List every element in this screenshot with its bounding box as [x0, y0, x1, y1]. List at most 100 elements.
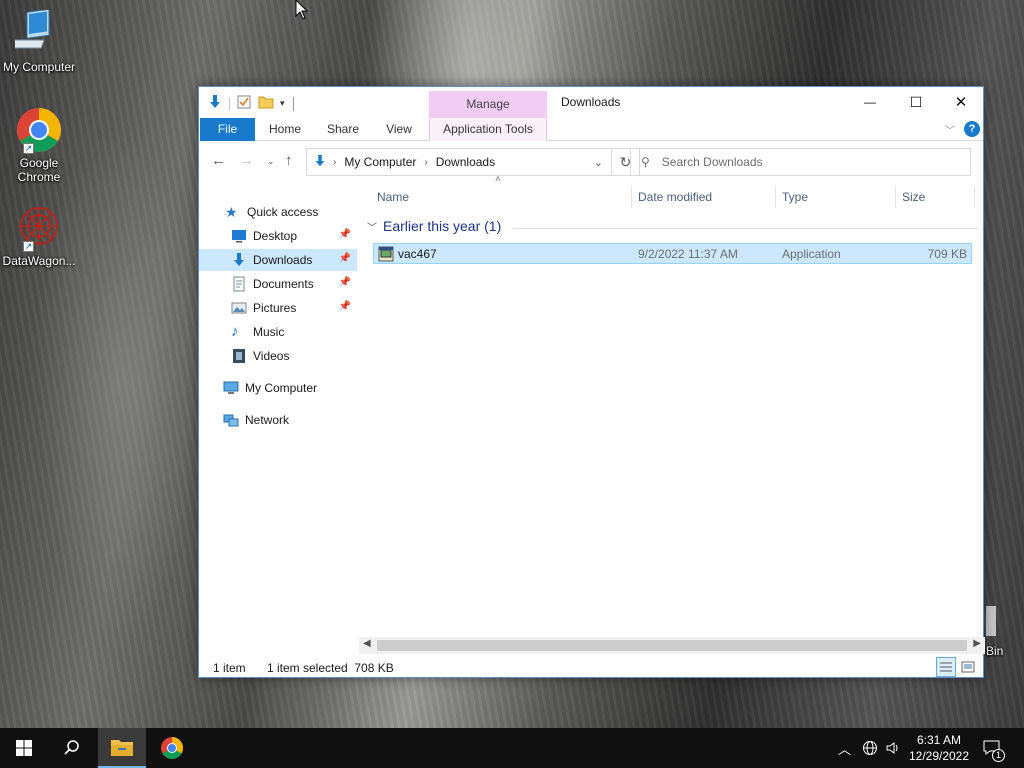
quick-access-toolbar: ▾: [207, 94, 294, 113]
nav-label: Network: [245, 413, 290, 427]
nav-label: Downloads: [253, 253, 313, 267]
large-icons-view-button[interactable]: [960, 659, 978, 677]
star-icon: ★: [225, 204, 238, 220]
file-explorer-window[interactable]: ▾ Manage Downloads — ☐ ✕ File Home Share…: [198, 86, 985, 678]
breadcrumb-chevron-icon: ›: [424, 156, 428, 168]
column-divider[interactable]: [895, 186, 896, 208]
taskbar-file-explorer[interactable]: [98, 728, 146, 768]
videos-icon: [231, 348, 247, 364]
desktop-icon-my-computer[interactable]: My Computer: [0, 8, 78, 74]
file-name: vac467: [398, 247, 437, 261]
nav-label: Music: [253, 325, 285, 339]
nav-network[interactable]: Network: [199, 409, 357, 431]
details-view-button[interactable]: [936, 657, 956, 677]
new-folder-icon[interactable]: [258, 94, 274, 113]
nav-label: My Computer: [245, 381, 318, 395]
breadcrumb-downloads[interactable]: Downloads: [436, 155, 495, 169]
windows-logo-icon: [16, 740, 32, 756]
column-divider[interactable]: [631, 186, 632, 208]
nav-my-computer[interactable]: My Computer: [199, 377, 357, 399]
nav-quick-access[interactable]: ★ Quick access: [199, 201, 357, 223]
properties-icon[interactable]: [236, 94, 252, 113]
minimize-button[interactable]: —: [847, 87, 893, 117]
taskbar-clock[interactable]: 6:31 AM 12/29/2022: [904, 732, 974, 764]
column-divider[interactable]: [775, 186, 776, 208]
tab-home[interactable]: Home: [265, 118, 305, 141]
scroll-left-icon[interactable]: ◀: [363, 638, 371, 649]
desktop-icon-datawagon[interactable]: ↗ DataWagon...: [0, 204, 78, 268]
group-header[interactable]: ﹀ Earlier this year (1): [367, 218, 501, 234]
column-header-type[interactable]: Type: [782, 190, 808, 210]
desktop-icon-google-chrome[interactable]: ↗ Google Chrome: [0, 106, 78, 184]
scrollbar-thumb[interactable]: [377, 640, 967, 651]
tab-file[interactable]: File: [200, 118, 255, 141]
table-row[interactable]: vac467 9/2/2022 11:37 AM Application 709…: [373, 243, 972, 264]
desktop-icon-recycle-bin[interactable]: Bin: [986, 606, 1024, 658]
pin-icon[interactable]: 📌: [339, 277, 351, 288]
nav-label: Videos: [253, 349, 290, 363]
download-arrow-icon: [207, 94, 223, 113]
documents-icon: [231, 276, 247, 292]
column-header-date[interactable]: Date modified: [638, 190, 712, 210]
nav-videos[interactable]: Videos: [199, 345, 357, 367]
help-icon[interactable]: ?: [964, 121, 980, 137]
address-dropdown-icon[interactable]: ⌄: [594, 156, 603, 169]
search-input[interactable]: ⚲ Search Downloads: [630, 148, 971, 176]
expand-ribbon-icon[interactable]: ﹀: [945, 122, 955, 137]
file-date: 9/2/2022 11:37 AM: [638, 247, 738, 261]
nav-music[interactable]: ♪ Music: [199, 321, 357, 343]
maximize-button[interactable]: ☐: [893, 87, 939, 117]
tab-share[interactable]: Share: [323, 118, 363, 141]
search-icon: ⚲: [641, 155, 650, 169]
manage-context-tab[interactable]: Manage: [429, 91, 547, 118]
nav-desktop[interactable]: Desktop 📌: [199, 225, 357, 247]
column-header-size[interactable]: Size: [902, 190, 925, 210]
desktop-icon: [231, 228, 247, 244]
start-button[interactable]: [0, 728, 48, 768]
status-selection: 1 item selected 708 KB: [267, 661, 394, 675]
search-icon: [64, 740, 79, 755]
shortcut-arrow-icon: ↗: [23, 143, 34, 154]
scroll-right-icon[interactable]: ▶: [973, 638, 981, 649]
nav-label: Pictures: [253, 301, 297, 315]
file-size: 709 KB: [927, 247, 967, 261]
nav-pictures[interactable]: Pictures 📌: [199, 297, 357, 319]
up-arrow-icon[interactable]: ↑: [285, 152, 293, 169]
title-bar[interactable]: ▾ Manage Downloads — ☐ ✕: [199, 87, 983, 118]
tab-application-tools[interactable]: Application Tools: [429, 118, 547, 141]
volume-tray-button[interactable]: [885, 728, 901, 768]
close-icon: ✕: [954, 94, 968, 111]
horizontal-scrollbar[interactable]: ◀ ▶: [359, 637, 985, 654]
clock-time: 6:31 AM: [916, 733, 962, 747]
customize-toolbar-icon[interactable]: ▾: [280, 98, 285, 109]
tab-view[interactable]: View: [381, 118, 417, 141]
column-divider[interactable]: [974, 186, 975, 208]
music-icon: ♪: [231, 323, 239, 340]
close-button[interactable]: ✕: [938, 87, 984, 117]
breadcrumb-chevron-icon: ›: [333, 156, 337, 168]
nav-documents[interactable]: Documents 📌: [199, 273, 357, 295]
column-header-name[interactable]: Name: [377, 190, 409, 210]
toolbar-divider: [292, 96, 294, 111]
collapse-chevron-icon[interactable]: ﹀: [367, 219, 377, 234]
nav-downloads[interactable]: Downloads 📌: [199, 249, 357, 271]
back-arrow-icon[interactable]: ←: [211, 152, 226, 169]
taskbar-chrome[interactable]: [148, 728, 196, 768]
recent-locations-icon[interactable]: ⌄: [267, 156, 275, 167]
desktop-icon-label: DataWagon...: [2, 254, 76, 268]
details-view-icon: [940, 662, 952, 672]
speaker-icon: [886, 742, 898, 754]
pin-icon[interactable]: 📌: [339, 253, 351, 264]
address-bar[interactable]: › My Computer › Downloads ⌄: [306, 148, 612, 176]
pin-icon[interactable]: 📌: [339, 301, 351, 312]
breadcrumb-my-computer[interactable]: My Computer: [344, 155, 416, 169]
network-tray-button[interactable]: [862, 728, 878, 768]
taskbar-search-button[interactable]: [48, 728, 96, 768]
pin-icon[interactable]: 📌: [339, 229, 351, 240]
forward-arrow-icon[interactable]: →: [239, 152, 254, 169]
minimize-icon: —: [864, 95, 876, 109]
download-arrow-icon: [231, 252, 247, 268]
show-hidden-icons-button[interactable]: ︿: [838, 728, 851, 768]
action-center-button[interactable]: 1: [982, 728, 1005, 768]
shortcut-arrow-icon: ↗: [23, 241, 34, 252]
